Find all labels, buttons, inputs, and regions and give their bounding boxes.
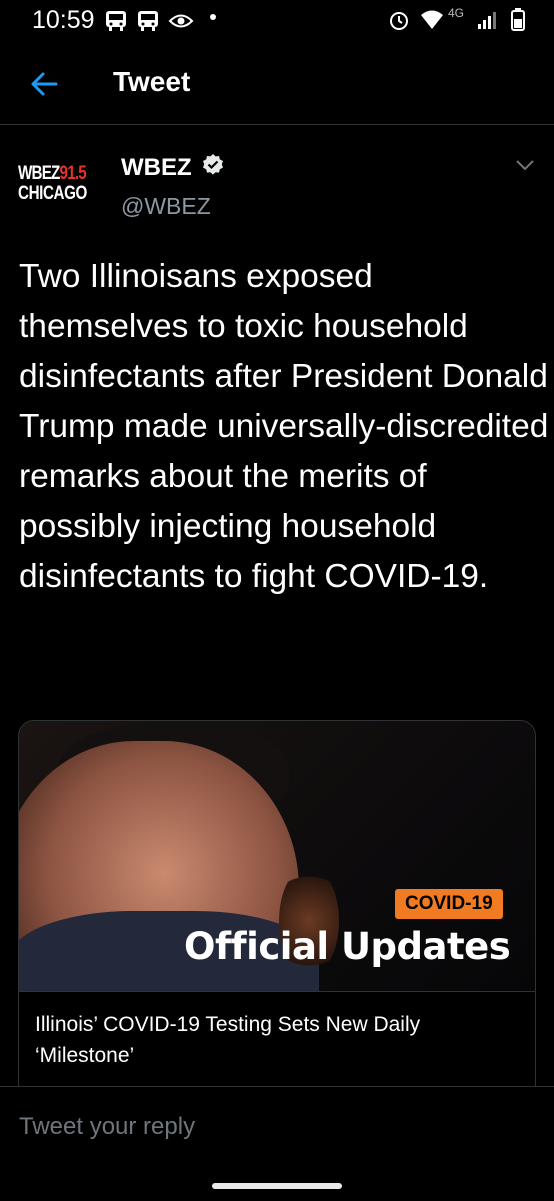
status-bar: 10:59 4G [0, 0, 554, 44]
tweet-header: Tweet [0, 44, 554, 125]
signal-icon [478, 12, 496, 29]
status-time: 10:59 [32, 6, 95, 34]
covid-badge: COVID-19 [395, 889, 503, 919]
logo-line-1: WBEZ91.5 [18, 163, 87, 184]
network-label: 4G [448, 6, 465, 20]
card-divider [19, 991, 535, 992]
logo-text-a: WBEZ [18, 163, 60, 184]
bus-icon [106, 11, 126, 31]
back-arrow-icon[interactable] [26, 64, 66, 104]
card-overlay-title: Official Updates [184, 925, 511, 968]
reply-input[interactable]: Tweet your reply [19, 1113, 195, 1141]
alarm-icon [390, 12, 408, 30]
wifi-icon [421, 10, 443, 29]
home-indicator[interactable] [212, 1183, 342, 1189]
card-image: COVID-19 Official Updates [19, 721, 535, 991]
author-handle[interactable]: @WBEZ [121, 193, 211, 220]
logo-line-2: CHICAGO [18, 183, 87, 204]
card-title: Illinois’ COVID-19 Testing Sets New Dail… [35, 1013, 421, 1067]
link-preview-card[interactable]: COVID-19 Official Updates Illinois’ COVI… [18, 720, 536, 1102]
verified-badge-icon [203, 154, 223, 175]
tweet-text: Two Illinoisans exposed themselves to to… [19, 258, 549, 595]
logo-text-b: 91.5 [59, 163, 87, 184]
eye-icon [168, 14, 194, 28]
bus-icon-2 [138, 11, 158, 31]
avatar[interactable]: WBEZ91.5 CHICAGO [18, 164, 102, 210]
page-title: Tweet [113, 66, 191, 97]
chevron-down-icon[interactable] [514, 158, 536, 172]
notification-dot [210, 14, 216, 20]
battery-icon [511, 8, 525, 31]
author-name[interactable]: WBEZ [121, 154, 192, 182]
reply-bar: Tweet your reply [0, 1086, 554, 1201]
